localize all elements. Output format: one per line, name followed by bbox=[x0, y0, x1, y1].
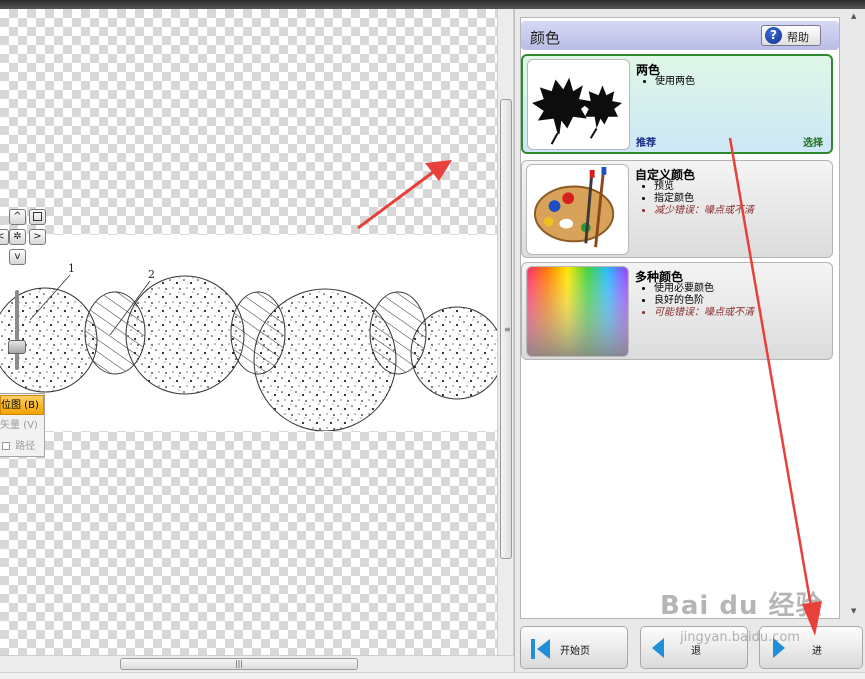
preview-canvas[interactable]: 1 2 bbox=[0, 9, 497, 655]
start-page-label: 开始页 bbox=[560, 646, 590, 657]
bullet-item: 使用必要颜色 bbox=[654, 283, 754, 295]
view-bitmap-item[interactable]: 位图 (B) bbox=[0, 395, 44, 415]
watermark-sub: jingyan.baidu.com bbox=[680, 630, 800, 645]
scroll-down-icon[interactable]: ▼ bbox=[851, 607, 856, 615]
scroll-up-icon[interactable]: ▲ bbox=[851, 12, 856, 20]
preview-drawing: 1 2 bbox=[0, 262, 497, 431]
options-list: 颜色 ? 帮助 两色 使用两色 bbox=[520, 17, 840, 619]
baidu-watermark: Bai du 经验 jingyan.baidu.com bbox=[660, 585, 830, 655]
speckled-circle bbox=[125, 275, 245, 395]
bullet-item: 使用两色 bbox=[655, 76, 695, 88]
help-label: 帮助 bbox=[787, 31, 809, 44]
view-mode-menu: 位图 (B) 矢量 (V) 路径 bbox=[0, 393, 45, 457]
scroll-grip-icon: ||| bbox=[234, 659, 244, 668]
preview-vertical-scrollbar[interactable]: ≡ bbox=[497, 9, 514, 655]
option-card-two-color[interactable]: 两色 使用两色 推荐 选择 bbox=[521, 54, 833, 154]
drawing-label-2: 2 bbox=[148, 268, 155, 281]
zoom-fit-button[interactable] bbox=[29, 209, 46, 225]
option-card-custom-color[interactable]: 自定义颜色 预览 指定颜色 减少错误：噪点或不清 bbox=[521, 160, 833, 258]
pan-down-button[interactable]: v bbox=[9, 249, 26, 265]
choose-link[interactable]: 选择 bbox=[803, 134, 823, 149]
zoom-slider-track[interactable] bbox=[15, 290, 19, 370]
speckled-circle bbox=[253, 288, 397, 431]
help-button[interactable]: ? 帮助 bbox=[761, 25, 821, 46]
question-mark-icon: ? bbox=[765, 27, 782, 44]
option-bullets: 使用必要颜色 良好的色阶 可能错误：噪点或不清 bbox=[654, 283, 754, 319]
warning-item: 可能错误：噪点或不清 bbox=[654, 307, 754, 319]
crosshair-icon: ✲ bbox=[13, 231, 22, 242]
watermark-main: Bai du 经验 bbox=[660, 591, 823, 621]
view-vector-item[interactable]: 矢量 (V) bbox=[0, 416, 44, 436]
warning-item: 减少错误：噪点或不清 bbox=[654, 205, 754, 217]
title-bar-strip bbox=[0, 0, 865, 9]
speckled-circle bbox=[410, 306, 497, 400]
pan-left-button[interactable]: < bbox=[0, 229, 9, 245]
color-spectrum-icon bbox=[527, 267, 628, 356]
thumbnail bbox=[526, 164, 629, 255]
bullet-item: 预览 bbox=[654, 181, 754, 193]
pan-right-button[interactable]: > bbox=[29, 229, 46, 245]
zoom-slider-knob[interactable] bbox=[8, 340, 26, 354]
bullet-item: 指定颜色 bbox=[654, 193, 754, 205]
bullet-item: 良好的色阶 bbox=[654, 295, 754, 307]
path-checkbox[interactable] bbox=[2, 442, 10, 450]
first-page-icon bbox=[531, 639, 550, 659]
option-card-multi-color[interactable]: 多种颜色 使用必要颜色 良好的色阶 可能错误：噪点或不清 bbox=[521, 262, 833, 360]
horizontal-scroll-thumb[interactable]: ||| bbox=[120, 658, 358, 670]
paint-palette-icon bbox=[533, 166, 615, 248]
thumbnail bbox=[526, 266, 629, 357]
preview-horizontal-scrollbar[interactable]: ||| bbox=[0, 655, 514, 672]
maple-leaves-icon bbox=[532, 77, 623, 145]
start-page-button[interactable]: 开始页 bbox=[520, 626, 628, 669]
vectorization-wizard-window: 1 2 ^ < ✲ > v 位图 (B) 矢量 (V) 路径 ≡ ||| 颜色 … bbox=[0, 0, 865, 679]
pan-up-button[interactable]: ^ bbox=[9, 209, 26, 225]
option-bullets: 预览 指定颜色 减少错误：噪点或不清 bbox=[654, 181, 754, 217]
options-scrollbar[interactable] bbox=[843, 9, 865, 621]
path-label: 路径 bbox=[15, 441, 36, 452]
color-options-panel: 颜色 ? 帮助 两色 使用两色 bbox=[514, 9, 865, 672]
option-bullets: 使用两色 bbox=[655, 76, 695, 88]
scroll-grip-icon: ≡ bbox=[504, 325, 511, 334]
panel-header: 颜色 ? 帮助 bbox=[521, 21, 839, 50]
fit-icon bbox=[33, 212, 42, 221]
thumbnail bbox=[527, 59, 630, 150]
zoom-center-button[interactable]: ✲ bbox=[9, 229, 26, 245]
panel-title: 颜色 bbox=[530, 29, 561, 47]
drawing-label-1: 1 bbox=[68, 262, 75, 275]
recommend-badge: 推荐 bbox=[636, 138, 656, 149]
view-path-item[interactable]: 路径 bbox=[0, 437, 44, 457]
status-bar bbox=[0, 672, 865, 679]
vertical-scroll-thumb[interactable]: ≡ bbox=[500, 99, 512, 559]
